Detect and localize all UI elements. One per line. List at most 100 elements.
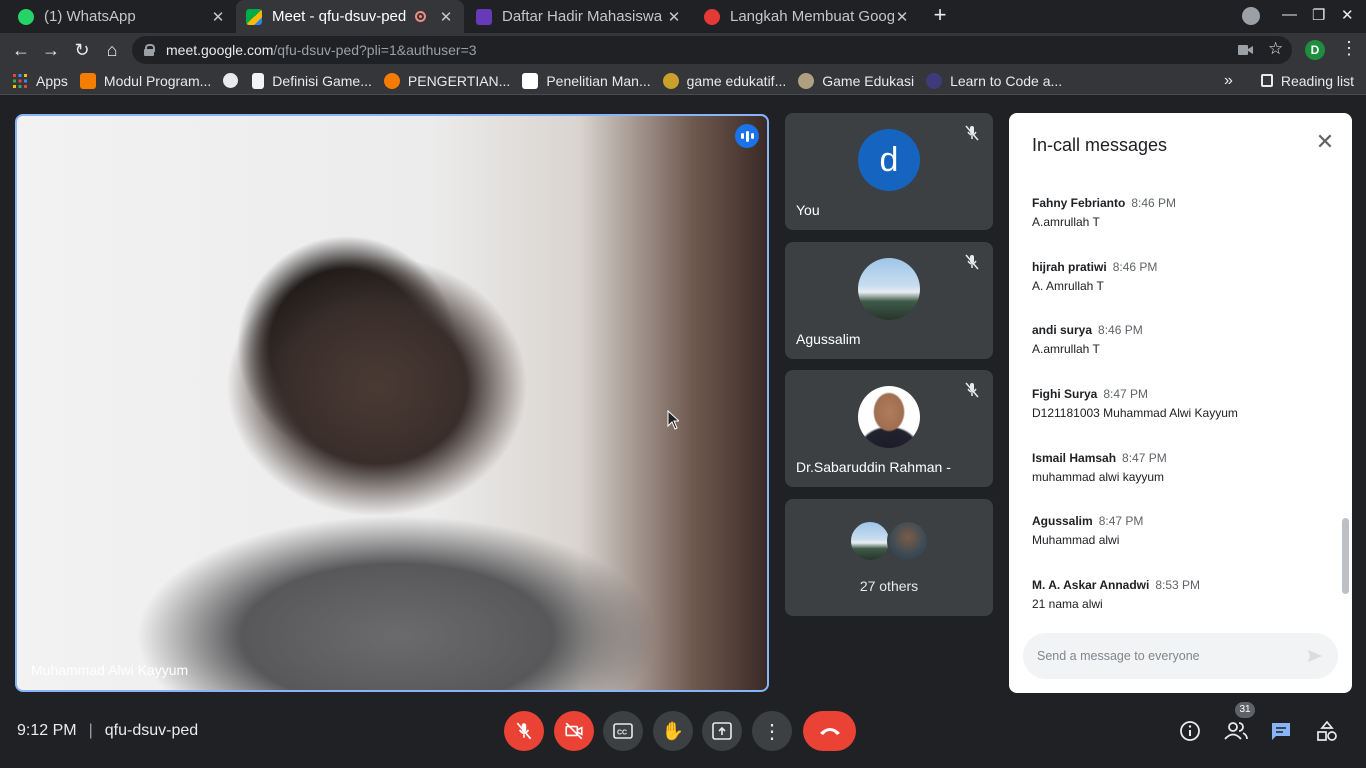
tab-langkah[interactable]: Langkah Membuat Google ✕ — [694, 0, 920, 33]
reading-list-icon — [1260, 74, 1273, 87]
tab-title: Daftar Hadir Mahasiswa K — [502, 8, 666, 25]
main-video-tile[interactable]: Muhammad Alwi Kayyum — [15, 114, 769, 692]
close-icon[interactable]: ✕ — [894, 8, 910, 26]
others-tile[interactable]: 27 others — [785, 499, 993, 616]
raise-hand-button[interactable]: ✋ — [653, 711, 693, 751]
profile-avatar[interactable]: D — [1305, 40, 1325, 60]
k-icon — [522, 72, 539, 89]
svg-text:CC: CC — [617, 730, 627, 737]
microphone-toggle-button[interactable] — [504, 711, 544, 751]
message-time: 8:47 PM — [1098, 514, 1144, 528]
avatar — [849, 520, 891, 562]
avatar — [858, 386, 920, 448]
chat-scrollbar[interactable] — [1342, 518, 1349, 594]
chat-button[interactable] — [1268, 718, 1294, 744]
bookmark-label: Game Edukasi — [822, 72, 915, 89]
more-options-button[interactable]: ⋮ — [752, 711, 792, 751]
avatar — [858, 258, 920, 320]
url-path: /qfu-dsuv-ped?pli=1&authuser=3 — [273, 42, 477, 58]
bookmark-pengertian[interactable]: PENGERTIAN... — [383, 72, 511, 89]
people-icon — [1224, 722, 1248, 740]
google-meet-icon — [246, 8, 262, 25]
message-sender: hijrah pratiwi — [1032, 260, 1107, 274]
new-tab-button[interactable]: + — [929, 4, 951, 27]
tab-title: Langkah Membuat Google — [730, 8, 894, 25]
captions-button[interactable]: CC — [603, 711, 643, 751]
participant-tile-sabaruddin[interactable]: Dr.Sabaruddin Rahman - — [785, 370, 993, 487]
meeting-time: 9:12 PM — [17, 722, 77, 739]
mic-off-icon — [965, 125, 979, 141]
bookmark-star-icon[interactable]: ☆ — [1268, 39, 1283, 59]
meeting-info: 9:12 PM | qfu-dsuv-ped — [17, 722, 198, 740]
bookmark-learn-to-code[interactable]: Learn to Code a... — [926, 72, 1062, 89]
close-window-button[interactable]: ✕ — [1341, 6, 1354, 24]
close-icon[interactable]: ✕ — [438, 8, 454, 26]
reading-list-button[interactable]: Reading list — [1260, 72, 1354, 89]
tab-search-button[interactable] — [1242, 7, 1260, 25]
camera-off-icon — [565, 722, 583, 740]
more-vert-icon: ⋮ — [762, 720, 782, 743]
present-now-button[interactable] — [702, 711, 742, 751]
present-screen-icon — [712, 722, 732, 740]
meet-stage: Muhammad Alwi Kayyum d You Agussalim Dr.… — [0, 96, 1366, 768]
whatsapp-icon — [18, 8, 34, 25]
camera-toggle-button[interactable] — [554, 711, 594, 751]
bookmark-penelitian[interactable]: Penelitian Man... — [522, 72, 651, 89]
meeting-details-button[interactable] — [1177, 718, 1203, 744]
bookmark-label: Penelitian Man... — [546, 72, 651, 89]
send-icon[interactable] — [1306, 647, 1324, 665]
message-text: muhammad alwi kayyum — [1032, 470, 1165, 484]
browser-menu-icon[interactable]: ⋮ — [1340, 38, 1358, 59]
message-time: 8:47 PM — [1122, 451, 1167, 465]
people-button[interactable] — [1223, 718, 1249, 744]
minimize-button[interactable]: — — [1282, 6, 1297, 23]
apps-grid-icon — [13, 73, 27, 88]
forward-button[interactable]: → — [39, 38, 63, 62]
leave-call-button[interactable] — [803, 711, 856, 751]
bookmark-game-edukatif[interactable]: game edukatif... — [662, 72, 786, 89]
home-button[interactable]: ⌂ — [100, 38, 124, 62]
divider: | — [88, 722, 93, 739]
tab-meet[interactable]: Meet - qfu-dsuv-ped ✕ — [236, 0, 464, 33]
chat-message-input[interactable]: Send a message to everyone — [1023, 633, 1338, 679]
tab-daftar-hadir[interactable]: Daftar Hadir Mahasiswa K ✕ — [466, 0, 692, 33]
close-icon[interactable]: ✕ — [666, 8, 682, 26]
activities-button[interactable] — [1314, 718, 1340, 744]
message-time: 8:47 PM — [1103, 387, 1149, 401]
participant-tile-you[interactable]: d You — [785, 113, 993, 230]
bookmark-game-edukasi[interactable]: Game Edukasi — [798, 72, 915, 89]
bookmark-definisi[interactable]: Definisi Game... — [252, 72, 372, 89]
bookmark-modul[interactable]: Modul Program... — [79, 72, 211, 89]
bookmark-globe[interactable] — [223, 73, 246, 88]
people-count-badge: 31 — [1235, 702, 1255, 718]
restore-button[interactable]: ❐ — [1312, 6, 1325, 24]
more-bookmarks-button[interactable]: » — [1224, 72, 1233, 90]
message-sender: Ismail Hamsah — [1032, 451, 1117, 465]
camera-in-use-icon[interactable] — [1238, 43, 1254, 57]
address-bar[interactable]: meet.google.com/qfu-dsuv-ped?pli=1&authu… — [132, 36, 1292, 64]
message-sender: Fighi Surya — [1032, 387, 1098, 401]
close-panel-button[interactable]: ✕ — [1314, 131, 1336, 153]
participant-name: Agussalim — [796, 331, 861, 347]
site-icon — [704, 8, 720, 25]
bookmark-label: PENGERTIAN... — [407, 72, 511, 89]
message-time: 8:46 PM — [1131, 196, 1177, 210]
globe-icon — [223, 73, 239, 88]
close-icon[interactable]: ✕ — [210, 8, 226, 26]
speaking-indicator-icon — [735, 124, 759, 148]
bookmark-label: Definisi Game... — [272, 72, 372, 89]
bookmark-apps[interactable]: Apps — [12, 73, 68, 89]
back-button[interactable]: ← — [9, 38, 33, 62]
message-time: 8:46 PM — [1112, 260, 1158, 274]
browser-toolbar: ← → ↻ ⌂ meet.google.com/qfu-dsuv-ped?pli… — [0, 33, 1366, 67]
reload-button[interactable]: ↻ — [70, 38, 94, 62]
tab-whatsapp[interactable]: (1) WhatsApp ✕ — [8, 0, 236, 33]
message-text: A.amrullah T — [1032, 342, 1100, 356]
participant-tile-agussalim[interactable]: Agussalim — [785, 242, 993, 359]
mic-off-icon — [965, 254, 979, 270]
chat-message: Fighi Surya 8:47 PM D121181003 Muhammad A… — [1032, 387, 1238, 420]
chat-message: Ismail Hamsah 8:47 PM muhammad alwi kayyu… — [1032, 451, 1167, 484]
chat-message: hijrah pratiwi 8:46 PM A. Amrullah T — [1032, 260, 1157, 293]
tab-title: (1) WhatsApp — [44, 8, 136, 25]
reading-list-label: Reading list — [1280, 72, 1354, 89]
